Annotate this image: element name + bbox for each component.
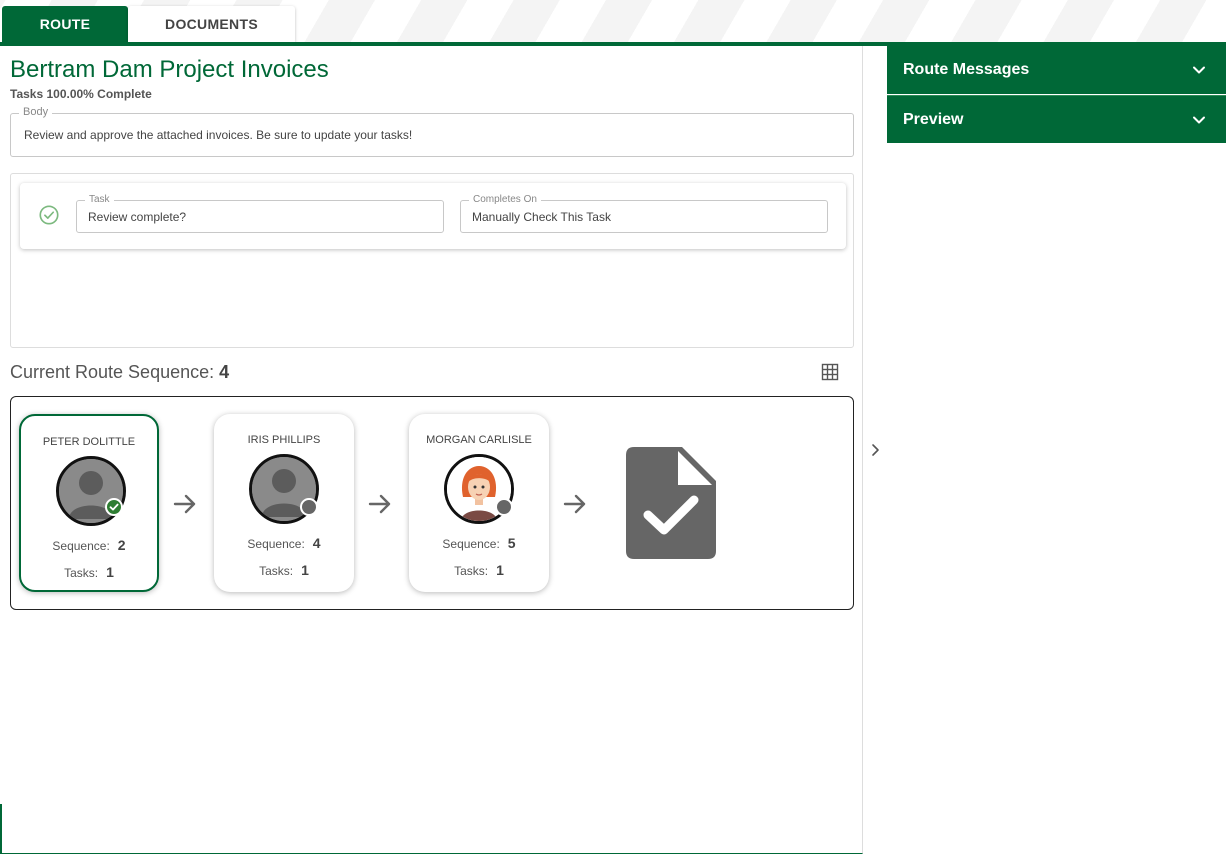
body-legend: Body bbox=[19, 106, 53, 118]
completes-on-field[interactable]: Completes On Manually Check This Task bbox=[460, 194, 828, 233]
document-complete-icon bbox=[626, 447, 716, 559]
completes-on-value: Manually Check This Task bbox=[472, 210, 611, 224]
preview-label: Preview bbox=[903, 110, 964, 128]
task-legend: Task bbox=[85, 194, 114, 205]
route-main-pane: Bertram Dam Project Invoices Tasks 100.0… bbox=[0, 46, 863, 854]
pending-status-icon bbox=[300, 498, 318, 516]
left-edge-accent bbox=[0, 804, 2, 854]
task-progress: Tasks 100.00% Complete bbox=[10, 87, 152, 101]
current-route-sequence: Current Route Sequence: 4 bbox=[10, 362, 229, 383]
participant-sequence: Sequence: 4 bbox=[247, 535, 321, 551]
arrow-right-icon bbox=[173, 494, 196, 514]
participant-card-morgan-carlisle[interactable]: MORGAN CARLISLE Sequence: 5 Tasks: 1 bbox=[409, 414, 549, 592]
tab-documents[interactable]: DOCUMENTS bbox=[128, 6, 295, 42]
participant-tasks: Tasks: 1 bbox=[454, 562, 504, 578]
task-field[interactable]: Task Review complete? bbox=[76, 194, 444, 233]
body-value: Review and approve the attached invoices… bbox=[24, 128, 413, 142]
arrow-right-icon bbox=[368, 494, 391, 514]
chevron-down-icon bbox=[1193, 66, 1205, 74]
route-messages-header[interactable]: Route Messages bbox=[887, 46, 1226, 94]
tab-route[interactable]: ROUTE bbox=[2, 6, 128, 42]
page-title: Bertram Dam Project Invoices bbox=[10, 56, 329, 83]
participant-tasks: Tasks: 1 bbox=[64, 564, 114, 580]
body-field[interactable]: Body Review and approve the attached inv… bbox=[10, 106, 854, 157]
task-value: Review complete? bbox=[88, 210, 187, 224]
chevron-down-icon bbox=[1193, 116, 1205, 124]
arrow-right-icon bbox=[563, 494, 586, 514]
participant-name: IRIS PHILLIPS bbox=[247, 434, 321, 446]
participant-card-iris-phillips[interactable]: IRIS PHILLIPS Sequence: 4 Tasks: 1 bbox=[214, 414, 354, 592]
participant-name: PETER DOLITTLE bbox=[42, 436, 136, 448]
tasks-list: Task Review complete? Completes On Manua… bbox=[10, 173, 854, 348]
check-circle-icon[interactable] bbox=[38, 204, 60, 226]
completes-on-legend: Completes On bbox=[469, 194, 541, 205]
task-card: Task Review complete? Completes On Manua… bbox=[20, 183, 846, 249]
participant-tasks: Tasks: 1 bbox=[259, 562, 309, 578]
participant-name: MORGAN CARLISLE bbox=[426, 434, 532, 446]
right-side-panel: Route Messages Preview bbox=[887, 46, 1226, 854]
route-messages-label: Route Messages bbox=[903, 61, 1030, 78]
preview-header[interactable]: Preview bbox=[887, 95, 1226, 143]
complete-status-icon bbox=[105, 498, 123, 516]
sequence-value: 4 bbox=[219, 362, 230, 382]
chevron-right-icon[interactable] bbox=[866, 441, 884, 459]
grid-view-icon[interactable] bbox=[821, 363, 839, 381]
route-sequence-diagram: PETER DOLITTLE Sequence: 2 Tasks: 1 IRIS P… bbox=[10, 396, 854, 610]
participant-card-peter-dolittle[interactable]: PETER DOLITTLE Sequence: 2 Tasks: 1 bbox=[19, 414, 159, 592]
participant-sequence: Sequence: 2 bbox=[52, 537, 126, 553]
sequence-label: Current Route Sequence: bbox=[10, 362, 215, 382]
participant-sequence: Sequence: 5 bbox=[442, 535, 516, 551]
pending-status-icon bbox=[495, 498, 513, 516]
